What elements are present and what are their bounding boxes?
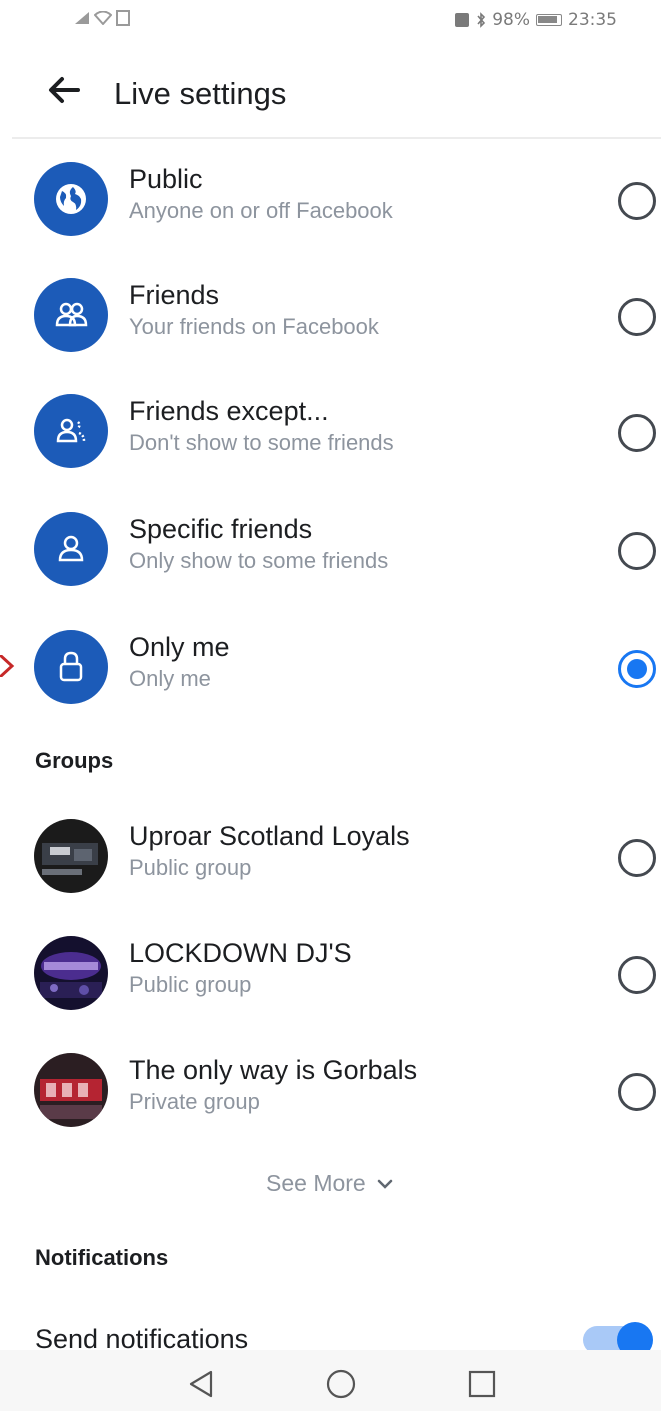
option-subtitle: Don't show to some friends	[129, 430, 394, 455]
nav-back-icon[interactable]	[185, 1368, 217, 1400]
radio-button[interactable]	[618, 298, 656, 336]
option-title: Public	[129, 164, 203, 194]
radio-button-selected[interactable]	[618, 650, 656, 688]
chevron-down-icon	[377, 1179, 392, 1189]
option-subtitle: Your friends on Facebook	[129, 314, 379, 339]
bluetooth-icon	[477, 12, 486, 28]
option-subtitle: Only me	[129, 666, 211, 691]
option-title: Friends except...	[129, 396, 329, 426]
option-subtitle: Only show to some friends	[129, 548, 389, 573]
status-left-icons	[74, 10, 130, 26]
option-title: Only me	[129, 632, 230, 662]
battery-percent: 98%	[492, 10, 530, 30]
sim-icon	[116, 10, 130, 26]
group-avatar	[34, 819, 108, 893]
wifi-icon	[94, 11, 112, 25]
app-header: Live settings	[0, 58, 661, 134]
option-title: Uproar Scotland Loyals	[129, 821, 410, 851]
audience-option-public[interactable]: Public Anyone on or off Facebook	[0, 150, 661, 250]
globe-icon	[34, 162, 108, 236]
audience-option-only-me[interactable]: Only me Only me	[0, 618, 661, 718]
system-nav-bar	[0, 1350, 661, 1411]
option-subtitle: Anyone on or off Facebook	[129, 198, 393, 223]
notifications-heading: Notifications	[35, 1245, 169, 1270]
header-divider	[12, 137, 661, 139]
radio-button[interactable]	[618, 839, 656, 877]
nav-home-icon[interactable]	[325, 1368, 357, 1400]
option-title: Specific friends	[129, 514, 313, 544]
status-right: 98% 23:35	[454, 10, 617, 30]
audience-option-friends[interactable]: Friends Your friends on Facebook	[0, 266, 661, 366]
person-icon	[34, 512, 108, 586]
friends-except-icon	[34, 394, 108, 468]
radio-button[interactable]	[618, 1073, 656, 1111]
groups-heading: Groups	[35, 748, 114, 773]
battery-icon	[536, 14, 562, 26]
audience-option-friends-except[interactable]: Friends except... Don't show to some fri…	[0, 382, 661, 482]
option-subtitle: Public group	[129, 855, 252, 880]
group-option[interactable]: LOCKDOWN DJ'S Public group	[0, 924, 661, 1024]
group-avatar	[34, 936, 108, 1010]
signal-icon	[75, 12, 89, 24]
radio-button[interactable]	[618, 532, 656, 570]
status-bar: 98% 23:35	[0, 0, 661, 42]
option-title: The only way is Gorbals	[129, 1055, 418, 1085]
lock-icon	[34, 630, 108, 704]
audience-option-specific-friends[interactable]: Specific friends Only show to some frien…	[0, 500, 661, 600]
radio-button[interactable]	[618, 182, 656, 220]
nav-recent-apps-icon[interactable]	[466, 1368, 498, 1400]
group-option[interactable]: The only way is Gorbals Private group	[0, 1041, 661, 1141]
option-title: LOCKDOWN DJ'S	[129, 938, 352, 968]
radio-button[interactable]	[618, 956, 656, 994]
back-arrow-icon[interactable]	[44, 70, 84, 110]
radio-button[interactable]	[618, 414, 656, 452]
page-title: Live settings	[114, 76, 287, 111]
group-option[interactable]: Uproar Scotland Loyals Public group	[0, 807, 661, 907]
see-more-label: See More	[266, 1170, 366, 1196]
option-title: Friends	[129, 280, 220, 310]
nfc-icon	[455, 13, 470, 27]
friends-icon	[34, 278, 108, 352]
see-more-button[interactable]: See More	[266, 1170, 394, 1197]
clock: 23:35	[568, 10, 617, 30]
option-subtitle: Private group	[129, 1089, 260, 1114]
option-subtitle: Public group	[129, 972, 252, 997]
group-avatar	[34, 1053, 108, 1127]
